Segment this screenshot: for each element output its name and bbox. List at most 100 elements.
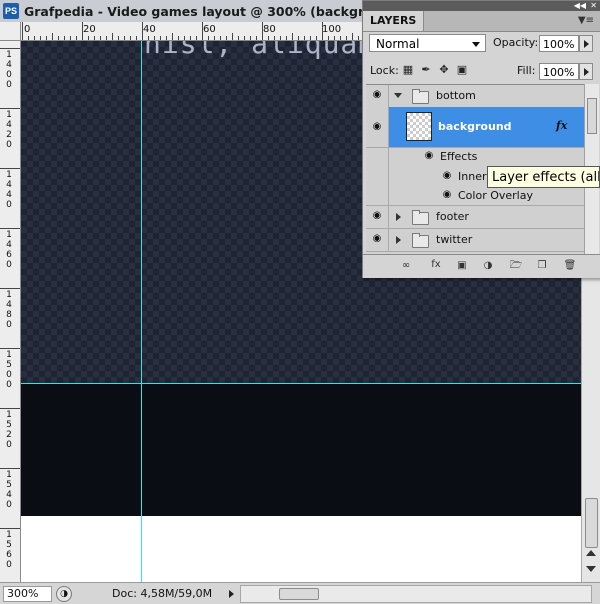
effect-name: Color Overlay (458, 189, 533, 202)
ruler-tick (268, 36, 269, 40)
ruler-tick (130, 36, 131, 40)
ruler-tick (52, 33, 53, 40)
layer-name: twitter (436, 233, 473, 246)
ruler-tick (280, 36, 281, 40)
eye-icon[interactable]: ◉ (370, 233, 384, 244)
layer-thumbnail (406, 112, 432, 141)
ruler-tick (154, 36, 155, 40)
ruler-tick (220, 36, 221, 40)
eye-icon[interactable]: ◉ (370, 89, 384, 100)
folder-icon (412, 210, 429, 225)
layer-group-footer[interactable]: ◉ footer (366, 205, 584, 229)
eye-icon[interactable]: ◉ (370, 210, 384, 221)
layer-group-bottom[interactable]: ◉ bottom (366, 85, 584, 108)
adjustment-layer-icon[interactable]: ◑ (481, 260, 495, 272)
ruler-tick (352, 33, 353, 40)
ruler-label: 1 4 4 0 (6, 170, 12, 210)
vertical-guide[interactable] (141, 41, 142, 582)
ruler-label: 1 5 2 0 (6, 410, 12, 450)
ruler-tick (178, 36, 179, 40)
ruler-label: 1 5 4 0 (6, 470, 12, 510)
opacity-input[interactable]: 100% (539, 35, 579, 52)
ruler-tick (46, 36, 47, 40)
collapse-panel-icon[interactable]: ◀◀ (574, 1, 586, 11)
ruler-label: 40 (143, 24, 156, 35)
lock-all-icon[interactable]: ▣ (456, 64, 468, 76)
opacity-label: Opacity: (493, 36, 539, 49)
ruler-tick (0, 168, 20, 169)
panel-menu-icon[interactable]: ▼≡ (578, 15, 594, 26)
horizontal-scroll-thumb[interactable] (279, 588, 319, 600)
fill-slider-arrow-icon[interactable] (579, 63, 593, 80)
effect-color-overlay[interactable]: ◉ Color Overlay (366, 186, 584, 206)
fill-label: Fill: (517, 64, 536, 77)
ruler-tick (0, 48, 20, 49)
scroll-down-icon[interactable] (586, 566, 596, 572)
ruler-tick (106, 36, 107, 40)
ruler-tick (160, 36, 161, 40)
opacity-slider-arrow-icon[interactable] (579, 35, 593, 52)
panel-tab-bar: LAYERS ▼≡ (363, 11, 600, 32)
lock-brush-icon[interactable]: ✒ (420, 64, 432, 76)
ruler-tick (82, 22, 83, 40)
link-layers-icon[interactable]: ∞ (399, 260, 413, 272)
horizontal-guide[interactable] (21, 383, 581, 384)
expand-right-icon[interactable] (396, 213, 401, 221)
ruler-tick (34, 36, 35, 40)
ruler-tick (340, 36, 341, 40)
ruler-label: 1 5 6 0 (6, 530, 12, 570)
ruler-label: 60 (203, 24, 216, 35)
scroll-up-icon[interactable] (586, 550, 596, 556)
status-menu-arrow-icon[interactable] (229, 590, 234, 598)
status-info-icon[interactable]: ◑ (56, 586, 72, 602)
new-layer-icon[interactable]: ❐ (535, 260, 549, 272)
tab-layers[interactable]: LAYERS (363, 11, 425, 31)
fill-input[interactable]: 100% (539, 63, 579, 80)
vertical-scroll-thumb[interactable] (585, 498, 598, 548)
eye-icon[interactable]: ◉ (440, 189, 454, 200)
layer-group-twitter[interactable]: ◉ twitter (366, 228, 584, 252)
vertical-ruler[interactable]: 1 4 0 0 1 4 2 0 1 4 4 0 1 4 6 0 1 4 8 0 … (0, 40, 21, 582)
ruler-corner[interactable] (0, 22, 21, 41)
eye-column (366, 186, 389, 205)
ruler-tick (232, 33, 233, 40)
layer-effects-row[interactable]: ◉ Effects (366, 147, 584, 167)
expand-right-icon[interactable] (396, 236, 401, 244)
eye-column (366, 147, 389, 167)
eye-icon[interactable]: ◉ (422, 150, 436, 161)
ruler-tick (112, 33, 113, 40)
ruler-tick (124, 36, 125, 40)
ruler-tick (28, 36, 29, 40)
eye-icon[interactable]: ◉ (440, 170, 454, 181)
ruler-tick (100, 36, 101, 40)
ruler-tick (208, 36, 209, 40)
ruler-tick (166, 36, 167, 40)
blend-mode-select[interactable]: Normal (369, 34, 486, 52)
add-mask-icon[interactable]: ▣ (455, 260, 469, 272)
new-group-icon[interactable]: 🗁 (509, 260, 523, 272)
eye-icon[interactable]: ◉ (370, 121, 384, 132)
add-layer-style-icon[interactable]: fx (429, 259, 443, 271)
layers-scroll-thumb[interactable] (587, 98, 597, 134)
layer-background[interactable]: ◉ background fx (366, 107, 584, 148)
ruler-label: 1 4 0 0 (6, 50, 12, 90)
dark-footer-band (21, 384, 581, 516)
horizontal-scrollbar[interactable] (240, 585, 592, 603)
status-bar: 300% ◑ Doc: 4,58M/59,0M (0, 582, 600, 604)
panel-drag-bar[interactable]: ◀◀ ✕ (363, 1, 600, 11)
lock-transparent-icon[interactable]: ▦ (402, 64, 414, 76)
trash-icon[interactable]: 🗑 (563, 260, 577, 272)
ruler-tick (286, 36, 287, 40)
layer-fx-icon[interactable]: fx (556, 119, 567, 132)
blend-mode-value: Normal (376, 37, 420, 51)
ruler-tick (328, 36, 329, 40)
ruler-tick (334, 36, 335, 40)
folder-icon (412, 89, 429, 104)
close-panel-icon[interactable]: ✕ (590, 1, 597, 11)
effects-label: Effects (440, 150, 478, 163)
lock-move-icon[interactable]: ✥ (438, 64, 450, 76)
layer-name: footer (436, 210, 469, 223)
zoom-level-field[interactable]: 300% (3, 586, 52, 602)
expand-down-icon[interactable] (394, 93, 402, 98)
ruler-tick (184, 36, 185, 40)
